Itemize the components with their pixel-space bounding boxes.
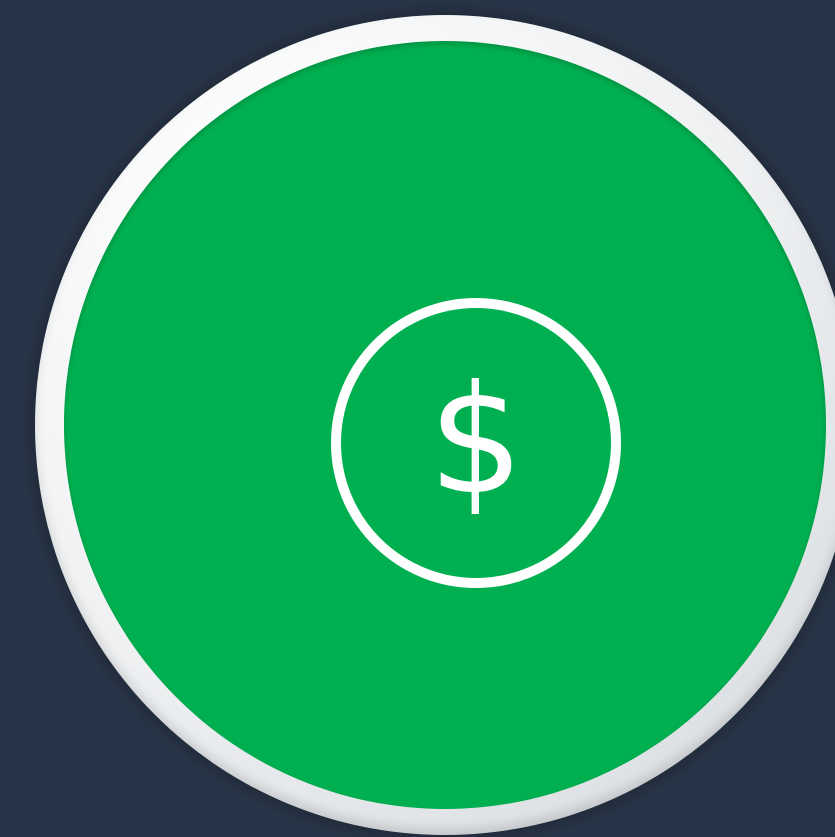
dollar-sign: $ xyxy=(428,354,524,528)
icon-canvas: $ xyxy=(0,0,835,837)
dollar-coin-icon: $ xyxy=(331,298,621,588)
green-disc: $ xyxy=(64,41,826,809)
silver-ring: $ xyxy=(35,15,835,835)
